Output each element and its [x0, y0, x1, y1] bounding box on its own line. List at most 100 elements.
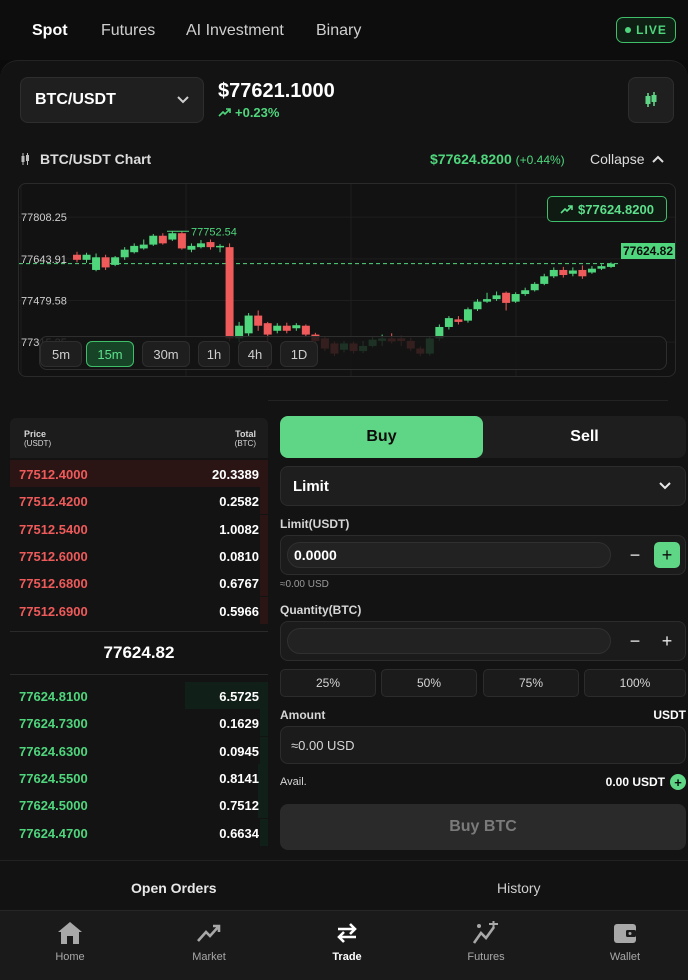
bid-row[interactable]: 77624.6300 0.0945	[10, 736, 268, 764]
timeframe-5m[interactable]: 5m	[40, 341, 82, 367]
y-tick-label: 77808.25	[21, 212, 67, 224]
candle-body	[483, 299, 492, 302]
limit-increment-button[interactable]: +	[654, 542, 680, 568]
nav-home[interactable]: Home	[30, 921, 110, 977]
timeframe-4h[interactable]: 4h	[238, 341, 272, 367]
order-type-select[interactable]: Limit	[280, 466, 686, 506]
ask-price: 77512.4000	[19, 467, 88, 482]
bid-depth-bar	[257, 763, 268, 791]
quantity-input[interactable]	[287, 628, 611, 654]
nav-trade[interactable]: Trade	[307, 921, 387, 977]
limit-hint: ≈0.00 USD	[280, 579, 329, 590]
price-chart[interactable]: 77808.2577643.9177479.5877315.2577752.54…	[18, 183, 676, 377]
y-tick-label: 77479.58	[21, 295, 67, 307]
ask-total: 20.3389	[212, 467, 259, 482]
buy-sell-toggle: Buy Sell	[280, 416, 686, 458]
percent-75-button[interactable]: 75%	[483, 669, 579, 697]
bid-row[interactable]: 77624.8100 6.5725	[10, 682, 268, 709]
candle-body	[177, 233, 186, 249]
nav-wallet-label: Wallet	[609, 951, 641, 963]
quantity-increment-button[interactable]: +	[654, 628, 680, 654]
candle	[549, 267, 558, 279]
candle-body	[511, 294, 520, 302]
candle-body	[301, 325, 310, 335]
avail-balance: 0.00 USDT +	[606, 774, 686, 790]
candle	[139, 239, 148, 250]
candle	[92, 253, 101, 272]
timeframe-1h[interactable]: 1h	[198, 341, 230, 367]
limit-decrement-button[interactable]: −	[625, 542, 645, 568]
live-dot-icon	[625, 27, 632, 33]
ask-row[interactable]: 77512.4200 0.2582	[10, 487, 268, 515]
ask-row[interactable]: 77512.6800 0.6767	[10, 569, 268, 597]
tab-open-orders[interactable]: Open Orders	[131, 880, 217, 896]
wallet-icon	[614, 924, 636, 943]
bid-total: 0.1629	[219, 716, 259, 732]
candle	[244, 313, 253, 336]
bid-row[interactable]: 77624.4700 0.6634	[10, 818, 268, 846]
candle	[511, 292, 520, 303]
candle-body	[454, 319, 463, 322]
trend-up-icon	[560, 204, 573, 214]
candle-body	[273, 325, 282, 331]
candle-body	[292, 325, 301, 329]
col-total-unit: (BTC)	[234, 439, 256, 448]
bid-row[interactable]: 77624.5500 0.8141	[10, 763, 268, 791]
tab-futures[interactable]: Futures	[101, 22, 155, 40]
bid-depth-bar	[257, 791, 268, 819]
candle	[492, 291, 501, 301]
col-total-label: Total	[235, 429, 256, 439]
ask-total: 0.5966	[219, 603, 259, 619]
nav-wallet[interactable]: Wallet	[585, 921, 665, 977]
nav-futures[interactable]: Futures	[446, 921, 526, 977]
candle-body	[549, 269, 558, 277]
ask-total: 1.0082	[219, 521, 259, 537]
amount-input[interactable]: ≈0.00 USD	[280, 726, 686, 764]
candle-body	[530, 283, 539, 291]
ask-row[interactable]: 77512.4000 20.3389	[10, 460, 268, 487]
bid-row[interactable]: 77624.5000 0.7512	[10, 791, 268, 819]
divider	[268, 400, 668, 401]
timeframe-30m[interactable]: 30m	[142, 341, 190, 367]
collapse-button[interactable]: Collapse	[590, 151, 665, 167]
timeframe-1d[interactable]: 1D	[280, 341, 318, 367]
pair-selector[interactable]: BTC/USDT	[20, 77, 204, 123]
tab-binary[interactable]: Binary	[316, 22, 361, 40]
tab-history[interactable]: History	[497, 880, 541, 896]
candle	[463, 307, 472, 323]
bottom-nav: Home Market Trade Futures Wallet	[0, 910, 688, 980]
bid-row[interactable]: 77624.7300 0.1629	[10, 709, 268, 737]
chart-toggle-button[interactable]	[628, 77, 674, 123]
candle-body	[101, 257, 110, 268]
nav-market-label: Market	[192, 951, 226, 963]
ask-row[interactable]: 77512.6900 0.5966	[10, 596, 268, 624]
candle	[568, 267, 577, 277]
tab-ai-investment[interactable]: AI Investment	[186, 22, 284, 40]
quantity-label: Quantity(BTC)	[280, 603, 362, 617]
timeframe-15m[interactable]: 15m	[86, 341, 134, 367]
ask-row[interactable]: 77512.5400 1.0082	[10, 514, 268, 542]
top-nav: Spot Futures AI Investment Binary LIVE	[0, 0, 688, 60]
trend-icon	[197, 924, 221, 942]
percent-25-button[interactable]: 25%	[280, 669, 376, 697]
buy-btc-button[interactable]: Buy BTC	[280, 804, 686, 850]
quantity-decrement-button[interactable]: −	[625, 628, 645, 654]
buy-tab[interactable]: Buy	[280, 416, 483, 458]
ask-depth-bar	[260, 487, 268, 515]
percent-50-button[interactable]: 50%	[381, 669, 477, 697]
percent-100-button[interactable]: 100%	[584, 669, 686, 697]
tab-spot[interactable]: Spot	[32, 22, 68, 40]
deposit-plus-icon[interactable]: +	[670, 774, 686, 790]
candle-body	[149, 235, 158, 245]
candle-body	[254, 315, 263, 326]
timeframe-selector: 5m 15m 30m 1h 4h 1D	[39, 336, 667, 370]
ask-row[interactable]: 77512.6000 0.0810	[10, 541, 268, 569]
nav-market[interactable]: Market	[169, 921, 249, 977]
col-price-label: Price	[24, 429, 47, 439]
candle	[206, 239, 215, 250]
limit-input[interactable]: 0.0000	[287, 542, 611, 568]
candle-body	[607, 263, 615, 267]
sell-tab[interactable]: Sell	[483, 416, 686, 458]
high-annotation: 77752.54	[191, 226, 237, 238]
current-price: $77621.1000	[218, 80, 335, 102]
